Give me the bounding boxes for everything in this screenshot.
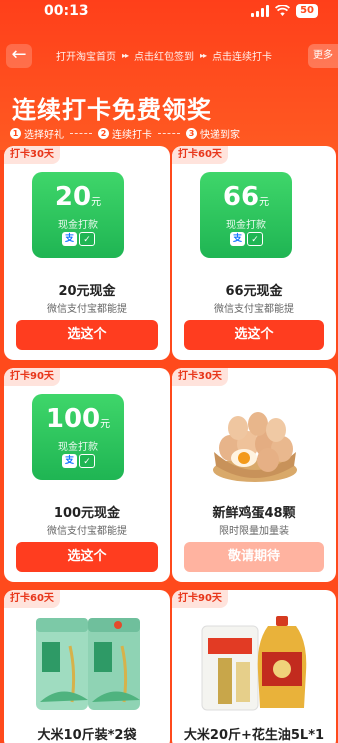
crumb-open-taobao: 打开淘宝首页 [56, 52, 116, 63]
status-time: 00:13 [44, 3, 89, 19]
crumb-click-redpacket: 点击红包签到 [134, 52, 195, 63]
select-button[interactable]: 选这个 [184, 320, 324, 350]
battery-indicator: 50 [296, 4, 318, 18]
nav-bar: ← 打开淘宝首页 ▸▸ 点击红包签到 ▸▸ 点击连续打卡 更多 [0, 42, 338, 70]
reward-title: 66元现金 [225, 284, 283, 299]
back-button[interactable]: ← [6, 44, 32, 68]
cash-voucher-image: 20元 现金打款 支 ✓ [32, 172, 124, 258]
cash-amount: 66元 [222, 182, 270, 212]
status-bar: 00:13 50 [0, 0, 338, 24]
payment-badges: 支 ✓ [62, 454, 96, 468]
reward-card-cash-66[interactable]: 打卡60天 66元 现金打款 支 ✓ 66元现金 微信支付宝都能提 选这个 [172, 146, 336, 360]
step-label: 连续打卡 [112, 130, 152, 141]
alipay-icon: 支 [62, 454, 78, 468]
page-title: 连续打卡免费领奖 [12, 96, 212, 124]
cash-voucher-image: 100元 现金打款 支 ✓ [32, 394, 124, 480]
reward-subtitle: 微信支付宝都能提 [214, 304, 294, 315]
wechat-pay-icon: ✓ [247, 232, 264, 246]
wechat-pay-icon: ✓ [79, 454, 96, 468]
coming-soon-button[interactable]: 敬请期待 [184, 542, 324, 572]
reward-title: 20元现金 [58, 284, 116, 299]
payment-badges: 支 ✓ [62, 232, 96, 246]
rice-bags-image [36, 618, 140, 710]
wechat-pay-icon: ✓ [79, 232, 96, 246]
step-number: 2 [98, 128, 109, 139]
reward-card-eggs[interactable]: 打卡30天 新鲜鸡蛋48颗 限时限量加量装 敬请期待 [172, 368, 336, 582]
alipay-icon: 支 [230, 232, 246, 246]
select-button[interactable]: 选这个 [16, 542, 158, 572]
step-number: 3 [186, 128, 197, 139]
step-3: 3 快递到家 [186, 126, 240, 141]
breadcrumb: 打开淘宝首页 ▸▸ 点击红包签到 ▸▸ 点击连续打卡 [56, 48, 272, 63]
reward-subtitle: 微信支付宝都能提 [47, 304, 127, 315]
reward-title: 大米20斤+花生油5L*1 [183, 728, 325, 743]
reward-title: 新鲜鸡蛋48颗 [212, 506, 296, 521]
reward-card-rice[interactable]: 打卡60天 大米10斤装*2袋 [4, 590, 170, 743]
step-label: 选择好礼 [24, 130, 64, 141]
more-button[interactable]: 更多 [308, 44, 338, 68]
step-2: 2 连续打卡 [98, 126, 152, 141]
checkin-days-tag: 打卡60天 [172, 146, 228, 164]
signal-icon [251, 5, 270, 17]
checkin-days-tag: 打卡60天 [4, 590, 60, 608]
crumb-click-checkin: 点击连续打卡 [212, 52, 273, 63]
payment-badges: 支 ✓ [230, 232, 264, 246]
step-1: 1 选择好礼 [10, 126, 64, 141]
step-label: 快递到家 [200, 130, 240, 141]
eggs-basket-image [213, 412, 297, 482]
reward-title: 大米10斤装*2袋 [37, 728, 137, 743]
reward-title: 100元现金 [53, 506, 121, 521]
cash-amount: 20元 [54, 182, 102, 212]
crumb-separator-icon: ▸▸ [200, 51, 207, 60]
alipay-icon: 支 [62, 232, 78, 246]
cash-sub-label: 现金打款 [58, 442, 98, 453]
cash-sub-label: 现金打款 [226, 220, 266, 231]
rice-and-oil-image [201, 616, 307, 711]
reward-subtitle: 微信支付宝都能提 [47, 526, 127, 537]
status-icons: 50 [251, 4, 318, 18]
reward-card-rice-oil[interactable]: 打卡90天 大米20斤+花生油5L*1 [172, 590, 336, 743]
reward-card-cash-20[interactable]: 打卡30天 20元 现金打款 支 ✓ 20元现金 微信支付宝都能提 选这个 [4, 146, 170, 360]
steps-indicator: 1 选择好礼 2 连续打卡 3 快递到家 [10, 126, 240, 141]
cash-amount: 100元 [45, 404, 111, 434]
reward-subtitle: 限时限量加量装 [219, 526, 289, 537]
select-button[interactable]: 选这个 [16, 320, 158, 350]
checkin-days-tag: 打卡90天 [4, 368, 60, 386]
checkin-days-tag: 打卡90天 [172, 590, 228, 608]
checkin-days-tag: 打卡30天 [172, 368, 228, 386]
cash-voucher-image: 66元 现金打款 支 ✓ [200, 172, 292, 258]
step-connector [70, 133, 92, 134]
cash-sub-label: 现金打款 [58, 220, 98, 231]
wifi-icon [275, 5, 291, 16]
crumb-separator-icon: ▸▸ [122, 51, 129, 60]
reward-card-cash-100[interactable]: 打卡90天 100元 现金打款 支 ✓ 100元现金 微信支付宝都能提 选这个 [4, 368, 170, 582]
checkin-days-tag: 打卡30天 [4, 146, 60, 164]
step-number: 1 [10, 128, 21, 139]
step-connector [158, 133, 180, 134]
